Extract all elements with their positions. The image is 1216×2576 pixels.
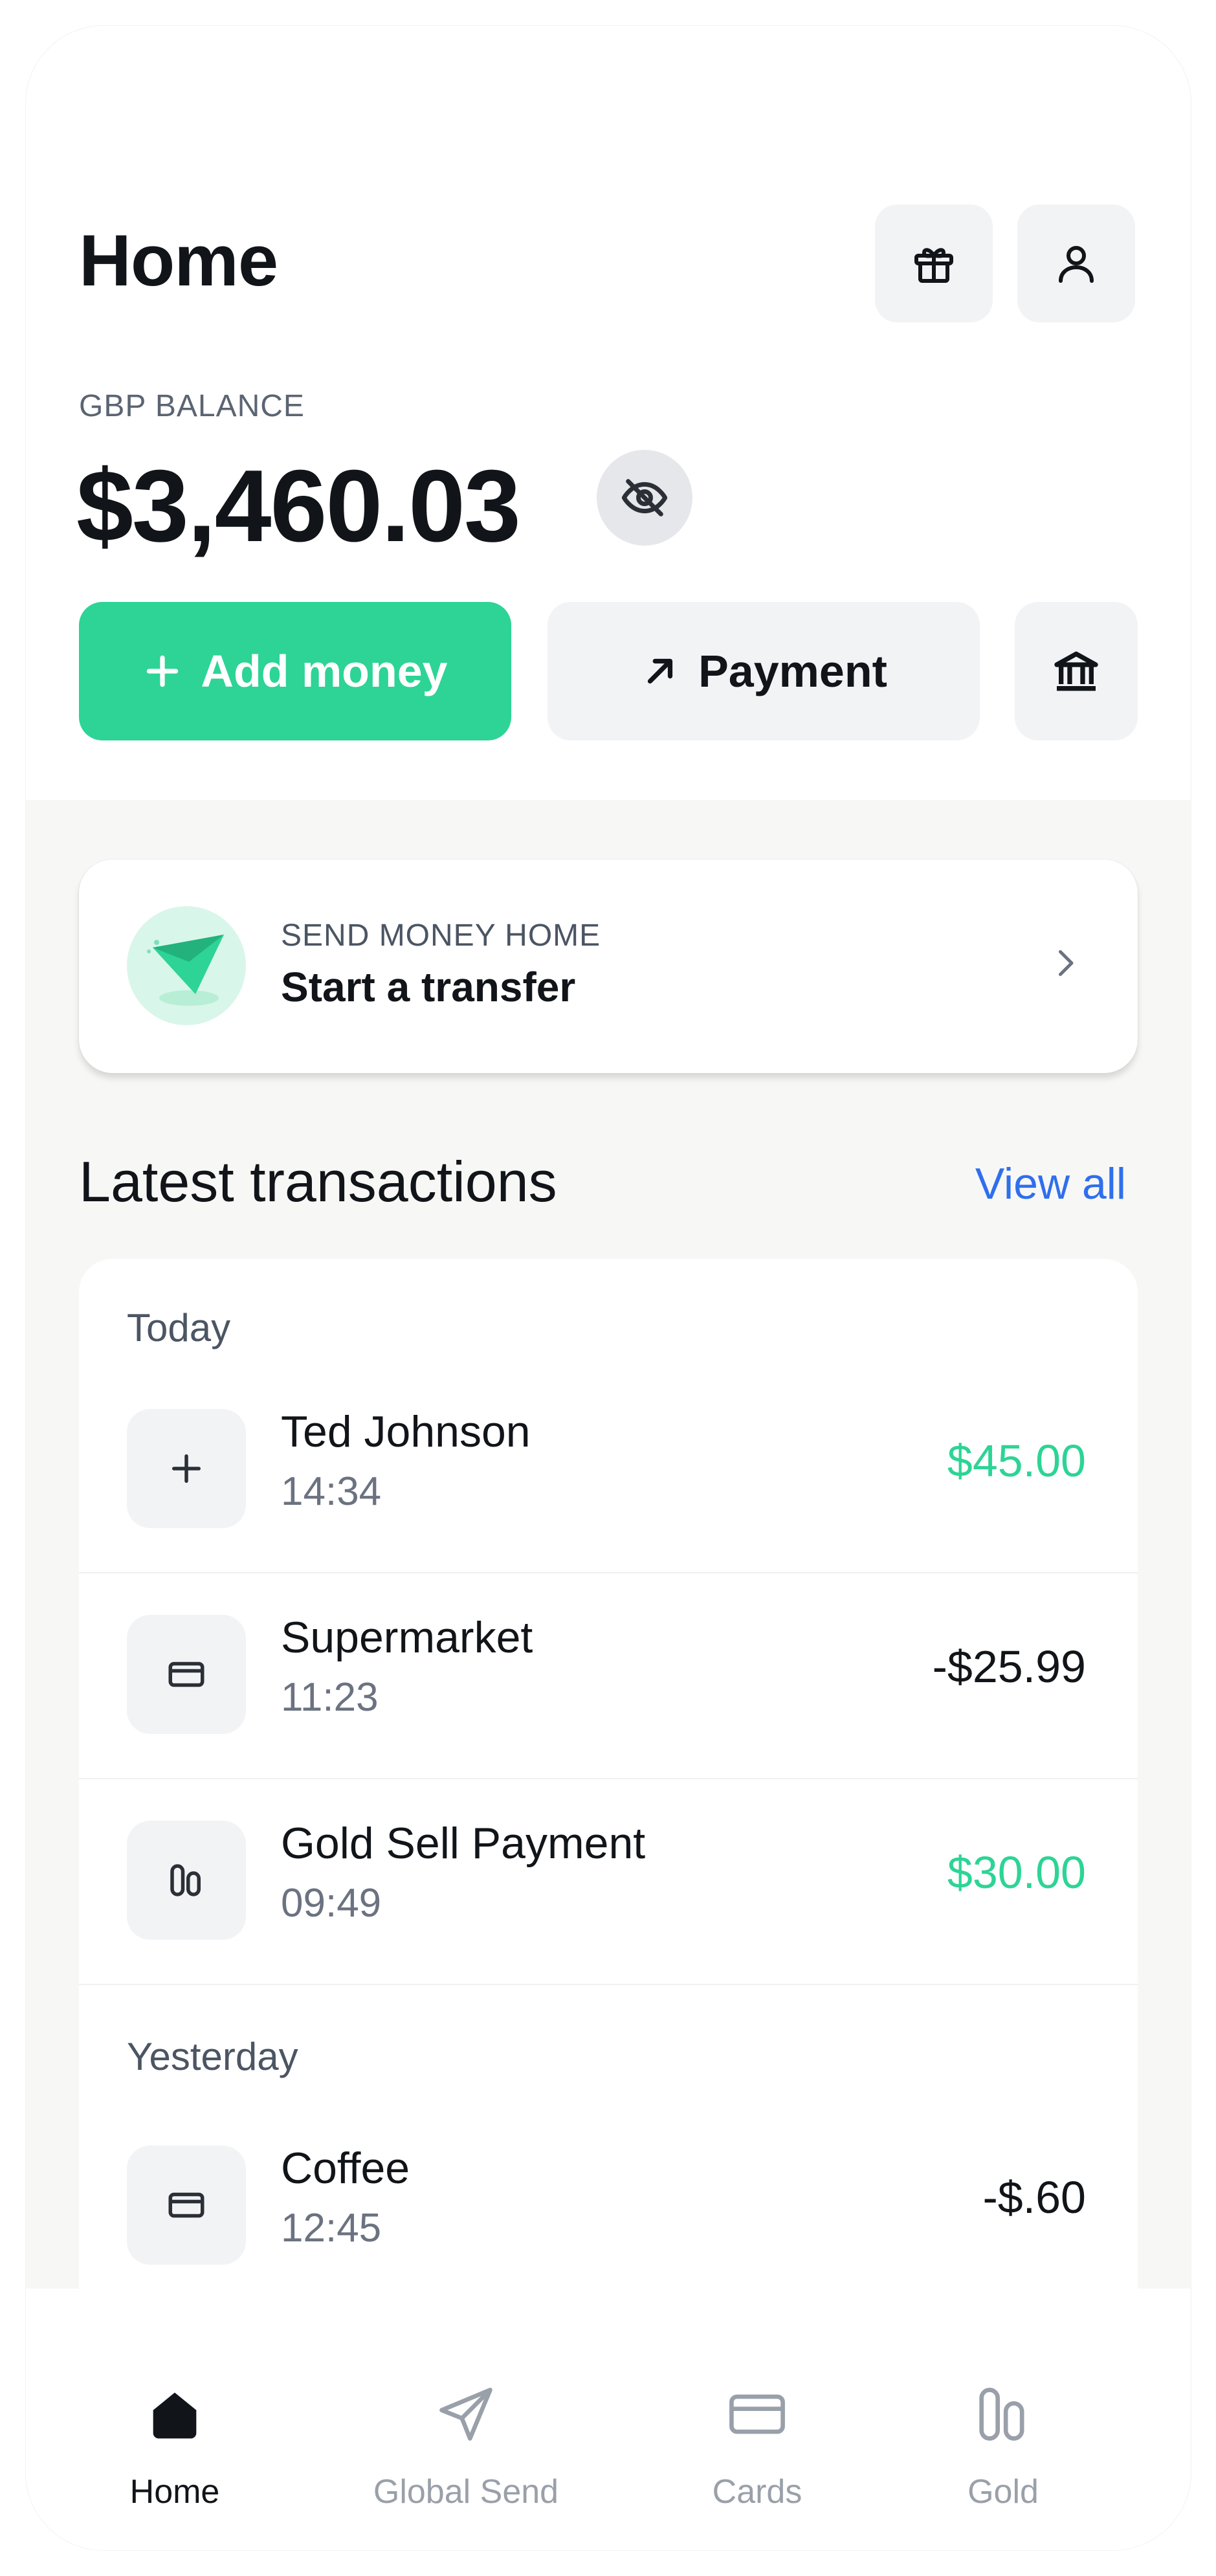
card-icon: [654, 2382, 861, 2447]
group-label-yesterday: Yesterday: [127, 2035, 298, 2078]
transaction-time: 09:49: [281, 1881, 382, 1926]
transaction-time: 12:45: [281, 2206, 382, 2250]
gift-icon: [914, 248, 953, 283]
rewards-button[interactable]: [875, 205, 993, 322]
promo-title: Start a transfer: [281, 964, 576, 1010]
gold-bars-icon: [900, 2382, 1107, 2447]
arrow-up-right-icon: [640, 651, 680, 691]
plus-icon: [142, 651, 182, 691]
tab-label: Cards: [712, 2473, 802, 2511]
bank-button[interactable]: [1015, 602, 1138, 740]
transaction-name: Coffee: [281, 2144, 410, 2193]
transaction-row[interactable]: Coffee 12:45 -$.60: [79, 2104, 1138, 2309]
eye-off-icon: [621, 479, 668, 516]
latest-transactions-title: Latest transactions: [79, 1149, 557, 1214]
transaction-amount: $45.00: [947, 1436, 1086, 1486]
group-label-today: Today: [127, 1306, 231, 1349]
tab-global-send[interactable]: Global Send: [362, 2327, 569, 2521]
add-money-label: Add money: [201, 646, 448, 696]
hide-balance-button[interactable]: [597, 450, 692, 546]
bank-icon: [1054, 651, 1098, 691]
bottom-tab-bar: Home Global Send Cards Gold: [26, 2327, 1191, 2550]
profile-button[interactable]: [1017, 205, 1135, 322]
tab-label: Home: [129, 2473, 220, 2511]
app-screen: Home GBP BALANCE $3,460.03 Add money Pay…: [26, 26, 1191, 2550]
transactions-card: Today Ted Johnson 14:34 $45.00 Supermark…: [79, 1259, 1138, 2359]
send-money-logo: [127, 906, 246, 1025]
balance-amount: $3,460.03: [76, 449, 521, 563]
page-title: Home: [79, 220, 278, 301]
transaction-time: 11:23: [281, 1675, 379, 1720]
payment-label: Payment: [698, 646, 887, 696]
transaction-name: Gold Sell Payment: [281, 1819, 646, 1868]
transaction-amount: $30.00: [947, 1847, 1086, 1898]
user-icon: [1059, 246, 1094, 283]
send-money-home-card[interactable]: SEND MONEY HOME Start a transfer: [79, 860, 1138, 1073]
tab-label: Global Send: [373, 2473, 559, 2511]
home-icon: [71, 2382, 278, 2447]
tab-gold[interactable]: Gold: [900, 2327, 1107, 2521]
payment-button[interactable]: Payment: [547, 602, 980, 740]
transaction-row[interactable]: Supermarket 11:23 -$25.99: [79, 1573, 1138, 1779]
plus-icon: [127, 1409, 246, 1528]
transaction-row[interactable]: Ted Johnson 14:34 $45.00: [79, 1368, 1138, 1573]
transaction-row[interactable]: Gold Sell Payment 09:49 $30.00: [79, 1779, 1138, 1985]
tab-cards[interactable]: Cards: [654, 2327, 861, 2521]
tab-label: Gold: [967, 2473, 1039, 2511]
view-all-link[interactable]: View all: [975, 1159, 1126, 1209]
transaction-name: Supermarket: [281, 1613, 533, 1662]
tab-home[interactable]: Home: [71, 2327, 278, 2521]
chevron-right-icon: [1059, 950, 1074, 976]
card-icon: [127, 1615, 246, 1734]
send-icon: [362, 2382, 569, 2447]
card-icon: [127, 2146, 246, 2265]
add-money-button[interactable]: Add money: [79, 602, 511, 740]
promo-eyebrow: SEND MONEY HOME: [281, 918, 601, 953]
transaction-amount: -$25.99: [932, 1641, 1086, 1692]
transaction-time: 14:34: [281, 1469, 382, 1514]
balance-label: GBP BALANCE: [79, 389, 305, 423]
gold-bars-icon: [127, 1821, 246, 1940]
transaction-name: Ted Johnson: [281, 1407, 531, 1456]
transaction-amount: -$.60: [982, 2172, 1086, 2223]
